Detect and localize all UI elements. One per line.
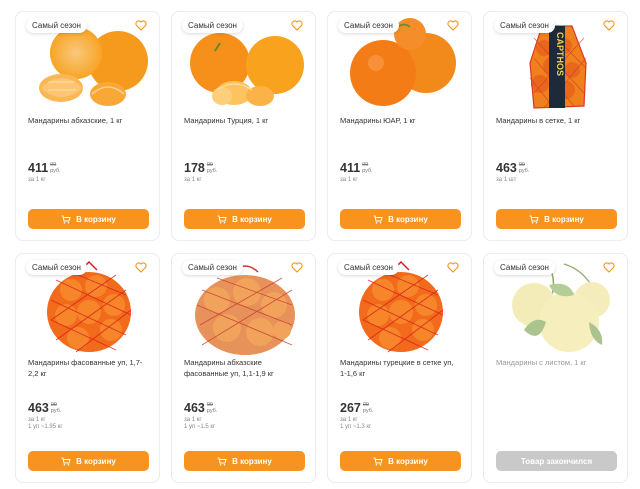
price-currency: руб.: [362, 168, 373, 174]
cart-icon: [373, 457, 383, 466]
season-badge: Самый сезон: [182, 18, 243, 33]
season-badge: Самый сезон: [338, 260, 399, 275]
product-card[interactable]: Самый сезон Мандарины с листом, 1 кг Тов…: [483, 253, 628, 483]
heart-icon[interactable]: [291, 262, 303, 273]
cart-icon: [61, 215, 71, 224]
cart-icon: [61, 457, 71, 466]
product-title[interactable]: Мандарины абхазские, 1 кг: [28, 115, 150, 126]
cart-icon: [373, 215, 383, 224]
cart-icon: [217, 457, 227, 466]
add-to-cart-button[interactable]: В корзину: [28, 209, 149, 229]
price-currency: руб.: [206, 168, 218, 174]
product-card[interactable]: Самый сезон Мандарины абхазские фасованн…: [171, 253, 316, 483]
product-card[interactable]: Самый сезон Мандарины ЮАР, 1 кг 411 99 ру…: [327, 11, 472, 241]
add-to-cart-label: В корзину: [232, 456, 272, 466]
season-badge: Самый сезон: [494, 18, 555, 33]
product-price: 178 99 руб.: [184, 161, 217, 175]
out-of-stock-label: Товар закончился: [520, 456, 593, 466]
cart-icon: [529, 215, 539, 224]
price-rubles: 411: [28, 161, 49, 175]
product-card[interactable]: Самый сезон Мандарины Турция, 1 кг 178 9…: [171, 11, 316, 241]
add-to-cart-button[interactable]: В корзину: [184, 451, 305, 471]
price-unit: за 1 кг: [184, 177, 202, 183]
add-to-cart-label: В корзину: [388, 214, 428, 224]
cart-icon: [217, 215, 227, 224]
add-to-cart-button[interactable]: В корзину: [340, 451, 461, 471]
price-currency: руб.: [206, 408, 218, 414]
price-currency: руб.: [50, 168, 61, 174]
product-title[interactable]: Мандарины Турция, 1 кг: [184, 115, 306, 126]
product-title[interactable]: Мандарины турецкие в сетке уп, 1-1,6 кг: [340, 357, 462, 379]
product-image[interactable]: [494, 260, 619, 360]
product-price: 463 99 руб.: [184, 401, 217, 415]
out-of-stock-button: Товар закончился: [496, 451, 617, 471]
price-unit: за 1 кг: [340, 177, 358, 183]
add-to-cart-button[interactable]: В корзину: [496, 209, 617, 229]
price-rubles: 267: [340, 401, 361, 415]
package-weight: 1 уп ~1.3 кг: [340, 424, 372, 430]
heart-icon[interactable]: [603, 20, 615, 31]
add-to-cart-button[interactable]: В корзину: [28, 451, 149, 471]
product-card[interactable]: Самый сезон Мандарины турецкие в сетке у…: [327, 253, 472, 483]
price-currency: руб.: [362, 408, 374, 414]
product-image[interactable]: [338, 18, 463, 118]
product-title[interactable]: Мандарины с листом, 1 кг: [496, 357, 618, 368]
product-card[interactable]: Самый сезон Мандарины фасованные уп, 1,7…: [15, 253, 160, 483]
add-to-cart-label: В корзину: [544, 214, 584, 224]
add-to-cart-label: В корзину: [76, 456, 116, 466]
product-price: 463 99 руб.: [496, 161, 529, 175]
heart-icon[interactable]: [603, 262, 615, 273]
product-title[interactable]: Мандарины фасованные уп, 1,7-2,2 кг: [28, 357, 150, 379]
price-rubles: 463: [28, 401, 49, 415]
add-to-cart-label: В корзину: [232, 214, 272, 224]
heart-icon[interactable]: [135, 262, 147, 273]
price-rubles: 411: [340, 161, 361, 175]
season-badge: Самый сезон: [26, 18, 87, 33]
product-image[interactable]: [182, 260, 307, 360]
price-rubles: 178: [184, 161, 205, 175]
product-price: 267 99 руб.: [340, 401, 373, 415]
price-currency: руб.: [50, 408, 62, 414]
product-grid: Самый сезон Мандарины абхазские, 1 кг 41…: [15, 11, 628, 483]
product-price: 411 99 руб.: [28, 161, 61, 175]
add-to-cart-label: В корзину: [76, 214, 116, 224]
product-image[interactable]: [182, 18, 307, 118]
add-to-cart-button[interactable]: В корзину: [184, 209, 305, 229]
season-badge: Самый сезон: [26, 260, 87, 275]
bag-label: CAPTHOS: [555, 32, 565, 76]
product-price: 411 99 руб.: [340, 161, 373, 175]
product-title[interactable]: Мандарины ЮАР, 1 кг: [340, 115, 462, 126]
heart-icon[interactable]: [135, 20, 147, 31]
product-image[interactable]: [338, 260, 463, 360]
product-price: 463 99 руб.: [28, 401, 61, 415]
product-title[interactable]: Мандарины абхазские фасованные уп, 1,1-1…: [184, 357, 306, 379]
price-rubles: 463: [184, 401, 205, 415]
add-to-cart-button[interactable]: В корзину: [340, 209, 461, 229]
heart-icon[interactable]: [291, 20, 303, 31]
season-badge: Самый сезон: [494, 260, 555, 275]
season-badge: Самый сезон: [182, 260, 243, 275]
product-card[interactable]: Самый сезон Мандарины абхазские, 1 кг 41…: [15, 11, 160, 241]
product-image[interactable]: [26, 18, 151, 118]
price-rubles: 463: [496, 161, 517, 175]
heart-icon[interactable]: [447, 262, 459, 273]
heart-icon[interactable]: [447, 20, 459, 31]
price-unit: за 1 шт: [496, 177, 517, 183]
add-to-cart-label: В корзину: [388, 456, 428, 466]
product-card[interactable]: CAPTHOS Самый сезон Мандарины в сетке, 1…: [483, 11, 628, 241]
price-currency: руб.: [518, 168, 530, 174]
season-badge: Самый сезон: [338, 18, 399, 33]
product-image[interactable]: [26, 260, 151, 360]
product-title[interactable]: Мандарины в сетке, 1 кг: [496, 115, 618, 126]
package-weight: 1 уп ~1.95 кг: [28, 424, 63, 430]
package-weight: 1 уп ~1.5 кг: [184, 424, 216, 430]
product-image[interactable]: CAPTHOS: [494, 18, 619, 118]
price-unit: за 1 кг: [28, 177, 46, 183]
